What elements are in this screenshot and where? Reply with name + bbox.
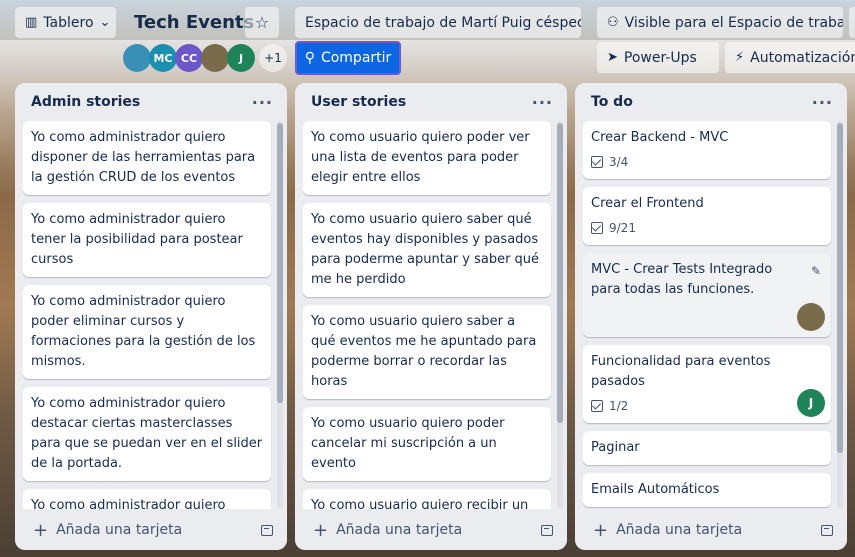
automation-button[interactable]: ⚡ Automatización [725, 42, 855, 73]
list-scrollbar[interactable] [557, 121, 563, 509]
card-container: Yo como administrador quiero disponer de… [23, 121, 279, 509]
chevron-down-icon: ⌄ [99, 15, 111, 30]
list-footer: + Añada una tarjeta [575, 510, 847, 550]
card[interactable]: Crear el Frontend 9/21 [583, 187, 831, 245]
card[interactable]: Yo como usuario quiero poder ver una lis… [303, 121, 551, 195]
card[interactable]: Yo como administrador quiero disponer de… [23, 121, 271, 195]
checklist-icon [591, 222, 603, 234]
board-header: ▥ Tablero ⌄ Tech Events ☆ Espacio de tra… [0, 0, 855, 80]
card[interactable]: Yo como usuario quiero recibir un email … [303, 489, 551, 509]
checklist-badge: 9/21 [591, 218, 823, 238]
card[interactable]: Yo como usuario quiero saber qué eventos… [303, 203, 551, 297]
card-container: Crear Backend - MVC 3/4 Crear el Fronten… [583, 121, 839, 509]
add-card-button[interactable]: + Añada una tarjeta [33, 520, 182, 541]
list-to-do: To do ··· Crear Backend - MVC 3/4 Crear … [575, 83, 847, 550]
workspace-label: Espacio de trabajo de Martí Puig céspede… [305, 14, 581, 31]
members-icon: ⚇ [607, 15, 619, 30]
card-template-icon[interactable] [261, 524, 273, 536]
star-button[interactable]: ☆ [245, 7, 279, 38]
share-button[interactable]: ⚲ Compartir [295, 41, 401, 75]
view-label: Tablero [43, 14, 94, 31]
card[interactable]: Yo como administrador quiero tener la po… [23, 489, 271, 509]
list-footer: + Añada una tarjeta [15, 510, 287, 550]
workspace-button[interactable]: Espacio de trabajo de Martí Puig céspede… [295, 7, 581, 38]
checklist-icon [591, 156, 603, 168]
add-person-icon: ⚲ [304, 50, 315, 66]
visibility-button[interactable]: ⚇ Visible para el Espacio de trabajo [597, 7, 843, 38]
list-menu-icon[interactable]: ··· [252, 93, 273, 112]
add-card-button[interactable]: + Añada una tarjeta [593, 520, 742, 541]
checklist-badge: 1/2 [591, 396, 823, 416]
board-view-icon: ▥ [25, 15, 38, 30]
checklist-badge: 3/4 [591, 152, 823, 172]
list-footer: + Añada una tarjeta [295, 510, 567, 550]
star-icon: ☆ [254, 13, 270, 32]
plus-icon: + [313, 519, 329, 541]
visibility-label: Visible para el Espacio de trabajo [624, 14, 843, 31]
member-avatar[interactable]: MC [149, 44, 177, 72]
list-title[interactable]: To do [591, 94, 633, 110]
member-avatar[interactable] [201, 44, 229, 72]
card[interactable]: MVC - Crear Tests Integrado para todas l… [583, 253, 831, 337]
scrollbar-thumb[interactable] [837, 123, 843, 453]
card[interactable]: Yo como usuario quiero poder cancelar mi… [303, 407, 551, 481]
list-admin-stories: Admin stories ··· Yo como administrador … [15, 83, 287, 550]
list-title[interactable]: User stories [311, 94, 406, 110]
card-container: Yo como usuario quiero poder ver una lis… [303, 121, 559, 509]
card[interactable]: Paginar [583, 431, 831, 465]
list-scrollbar[interactable] [837, 121, 843, 509]
card-member-avatar[interactable] [797, 303, 825, 331]
extra-members-count[interactable]: +1 [259, 44, 287, 72]
board-title[interactable]: Tech Events [128, 7, 260, 38]
list-menu-icon[interactable]: ··· [532, 93, 553, 112]
member-avatar[interactable]: CC [175, 44, 203, 72]
card[interactable]: Crear Backend - MVC 3/4 [583, 121, 831, 179]
card[interactable]: Yo como usuario quiero saber a qué event… [303, 305, 551, 399]
view-switcher-button[interactable]: ▥ Tablero ⌄ [15, 7, 116, 38]
scrollbar-thumb[interactable] [277, 123, 283, 403]
add-card-button[interactable]: + Añada una tarjeta [313, 520, 462, 541]
rocket-icon: ➤ [607, 50, 618, 65]
lightning-icon: ⚡ [735, 50, 745, 65]
header-overflow-chip[interactable] [849, 7, 855, 38]
board-members: MC CC J +1 [123, 44, 287, 72]
card[interactable]: Yo como administrador quiero poder elimi… [23, 285, 271, 379]
card-template-icon[interactable] [821, 524, 833, 536]
checklist-icon [591, 400, 603, 412]
list-header[interactable]: Admin stories ··· [15, 83, 287, 121]
list-header[interactable]: To do ··· [575, 83, 847, 121]
powerups-button[interactable]: ➤ Power-Ups [597, 42, 719, 73]
list-user-stories: User stories ··· Yo como usuario quiero … [295, 83, 567, 550]
list-scrollbar[interactable] [277, 121, 283, 509]
card-template-icon[interactable] [541, 524, 553, 536]
scrollbar-thumb[interactable] [557, 123, 563, 423]
card[interactable]: Yo como administrador quiero tener la po… [23, 203, 271, 277]
plus-icon: + [593, 519, 609, 541]
list-title[interactable]: Admin stories [31, 94, 140, 110]
pencil-icon[interactable]: ✎ [811, 261, 821, 281]
plus-icon: + [33, 519, 49, 541]
card[interactable]: Yo como administrador quiero destacar ci… [23, 387, 271, 481]
list-menu-icon[interactable]: ··· [812, 93, 833, 112]
card-member-avatar[interactable]: J [797, 389, 825, 417]
card[interactable]: Funcionalidad para eventos pasados 1/2 J [583, 345, 831, 423]
member-avatar[interactable] [123, 44, 151, 72]
list-header[interactable]: User stories ··· [295, 83, 567, 121]
member-avatar[interactable]: J [227, 44, 255, 72]
card[interactable]: Emails Automáticos [583, 473, 831, 507]
